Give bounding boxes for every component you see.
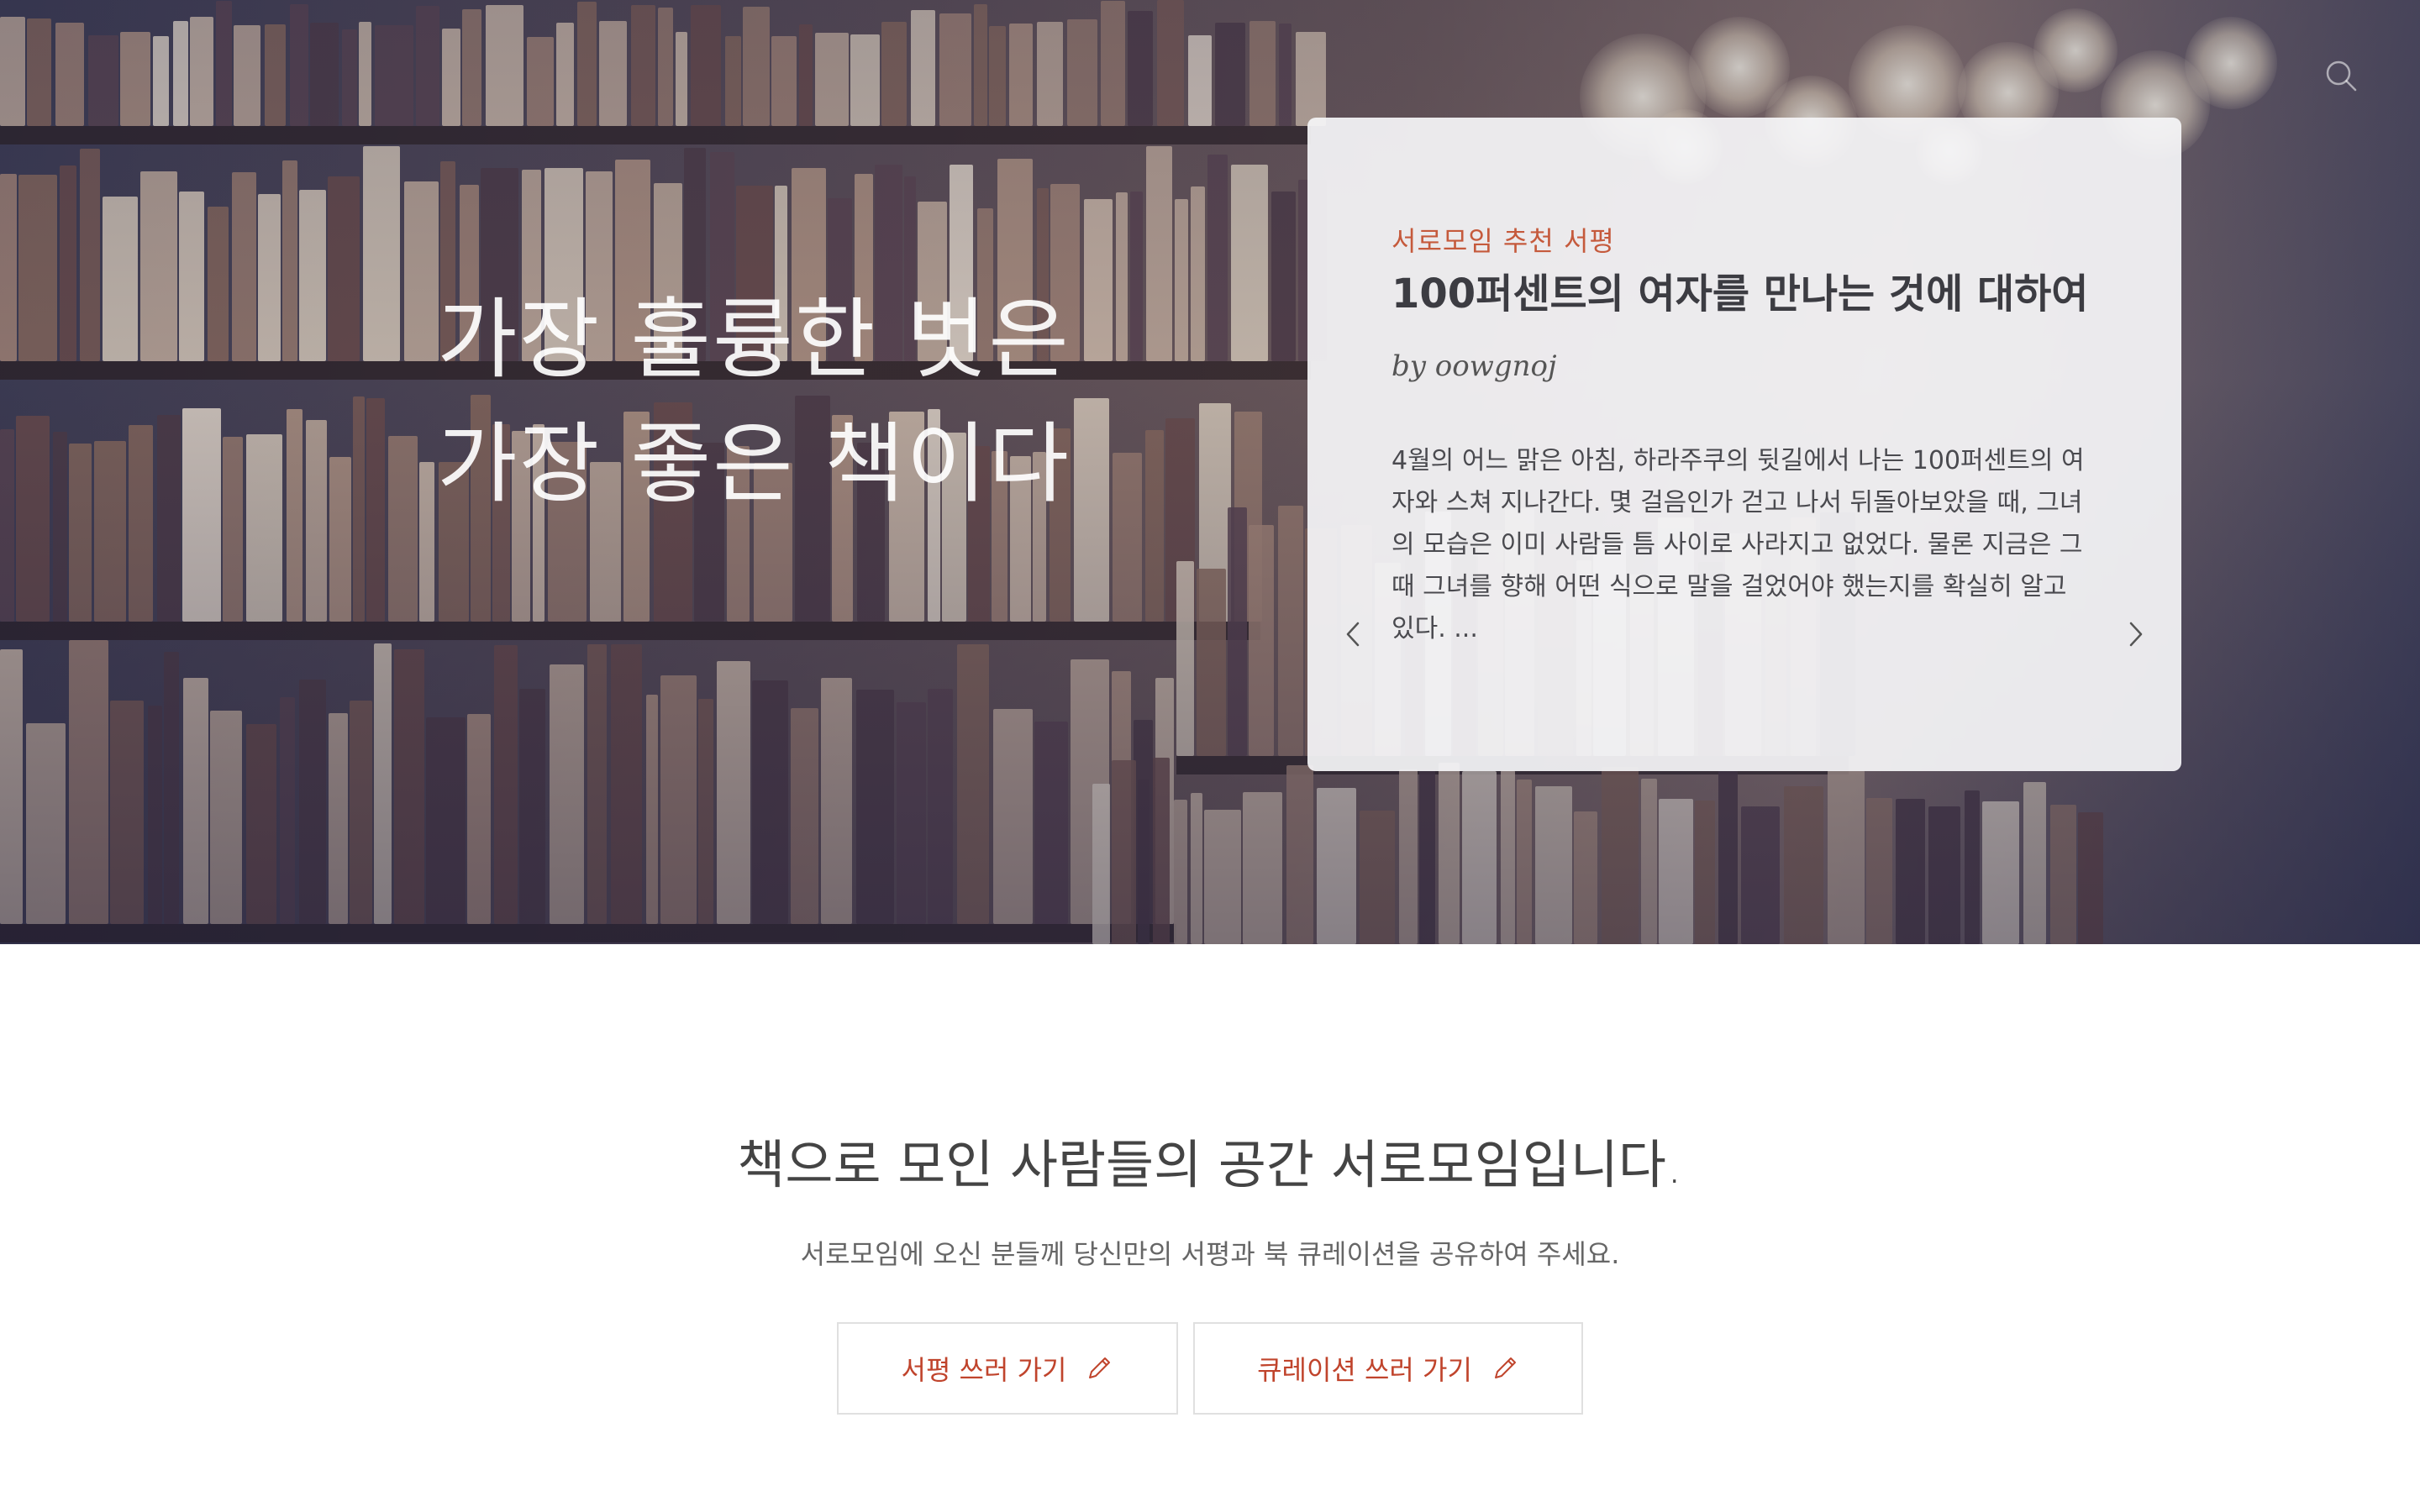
welcome-title: 책으로 모인 사람들의 공간 서로모임입니다. bbox=[737, 1134, 1683, 1195]
featured-review-card[interactable]: 서로모임 추천 서평 100퍼센트의 여자를 만나는 것에 대하여 by oow… bbox=[1307, 118, 2181, 771]
pencil-icon bbox=[1494, 1357, 1516, 1378]
welcome-subtitle: 서로모임에 오신 분들께 당신만의 서평과 북 큐레이션을 공유하여 주세요. bbox=[800, 1238, 1620, 1270]
write-review-label: 서평 쓰러 가기 bbox=[901, 1354, 1067, 1386]
hero-quote: 가장 훌륭한 벗은 가장 좋은 책이다 bbox=[437, 277, 1071, 526]
review-title[interactable]: 100퍼센트의 여자를 만나는 것에 대하여 bbox=[1392, 260, 2088, 319]
chevron-right-icon[interactable] bbox=[2121, 613, 2151, 655]
write-curation-label: 큐레이션 쓰러 가기 bbox=[1257, 1354, 1472, 1386]
write-review-button[interactable]: 서평 쓰러 가기 bbox=[837, 1322, 1178, 1415]
search-icon[interactable] bbox=[2324, 59, 2358, 92]
review-author: by oowgnoj bbox=[1392, 349, 1557, 383]
pencil-icon bbox=[1089, 1357, 1111, 1378]
hero-banner: 가장 훌륭한 벗은 가장 좋은 책이다 서로모임 추천 서평 100퍼센트의 여… bbox=[0, 0, 2420, 944]
write-curation-button[interactable]: 큐레이션 쓰러 가기 bbox=[1193, 1322, 1583, 1415]
hero-quote-line-2: 가장 좋은 책이다 bbox=[437, 412, 1071, 515]
hero-quote-line-1: 가장 훌륭한 벗은 bbox=[437, 288, 1071, 391]
review-excerpt: 4월의 어느 맑은 아침, 하라주쿠의 뒷길에서 나는 100퍼센트의 여자와 … bbox=[1392, 446, 2085, 643]
chevron-left-icon[interactable] bbox=[1338, 613, 1368, 655]
review-category: 서로모임 추천 서평 bbox=[1392, 225, 1615, 257]
